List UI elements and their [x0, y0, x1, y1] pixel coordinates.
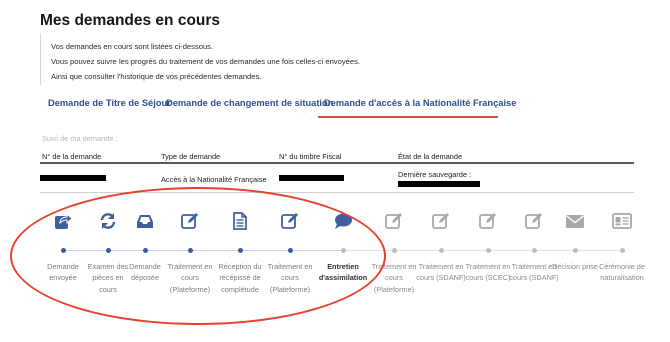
edit-icon	[416, 210, 466, 232]
step-dot	[287, 248, 293, 253]
edit-icon	[165, 210, 215, 232]
step-dot	[105, 248, 111, 253]
progress-step: Réception du récépissé de complétude	[215, 210, 265, 295]
redacted-fiscal-stamp	[279, 175, 344, 181]
step-dot	[391, 248, 397, 253]
column-header-type: Type de demande	[161, 152, 221, 161]
page-title: Mes demandes en cours	[40, 12, 221, 29]
step-dot	[60, 248, 66, 253]
step-label: Traitement en cours (Plateforme)	[267, 262, 313, 294]
intro-line: Vos demandes en cours sont listées ci-de…	[51, 42, 214, 51]
progress-step: Demande déposée	[120, 210, 170, 284]
intro-block: Vos demandes en cours sont listées ci-de…	[40, 33, 640, 85]
step-label: Réception du récépissé de complétude	[218, 262, 262, 294]
step-label: Demande déposée	[129, 262, 161, 283]
column-header-etat: État de la demande	[398, 152, 463, 161]
id-card-icon	[597, 210, 647, 232]
progress-step: Demande envoyée	[38, 210, 88, 284]
step-label: Cérémonie de naturalisation	[599, 262, 645, 283]
progress-step: Traitement en cours (Plateforme)	[369, 210, 419, 295]
edit-icon	[265, 210, 315, 232]
table-header-divider	[40, 162, 634, 164]
step-label: Traitement en cours (Plateforme)	[167, 262, 213, 294]
redacted-last-save-date	[398, 181, 480, 187]
step-label: Demande envoyée	[47, 262, 79, 283]
progress-step: Traitement en cours (SCEC)	[463, 210, 513, 284]
inbox-icon	[120, 210, 170, 232]
request-type-value: Accès à la Nationalité Française	[161, 175, 267, 184]
step-dot	[187, 248, 193, 253]
chat-bubble-icon	[318, 210, 368, 232]
section-label: Suivi de ma demande :	[42, 134, 118, 143]
state-label: Dernière sauvegarde :	[398, 170, 472, 179]
step-label: Traitement en cours (SDANF)	[416, 262, 466, 283]
redacted-request-number	[40, 175, 106, 181]
step-label: Traitement en cours (Plateforme)	[371, 262, 417, 294]
step-dot	[438, 248, 444, 253]
active-tab-indicator	[318, 116, 498, 118]
intro-line: Ainsi que consulter l'historique de vos …	[51, 72, 262, 81]
progress-step: Traitement en cours (SDANF)	[416, 210, 466, 284]
table-row-divider	[40, 192, 634, 193]
step-label: Traitement en cours (SCEC)	[465, 262, 511, 283]
envelope-icon	[550, 210, 600, 232]
step-dot	[619, 248, 625, 253]
step-dot	[485, 248, 491, 253]
progress-step: Traitement en cours (Plateforme)	[265, 210, 315, 295]
intro-line: Vous pouvez suivre les progrès du traite…	[51, 57, 360, 66]
step-dot	[340, 248, 346, 253]
step-label: Entretien d'assimilation	[318, 262, 368, 283]
document-icon	[215, 210, 265, 232]
progress-step: Entretien d'assimilation	[318, 210, 368, 284]
tab-nationalite-francaise[interactable]: Demande d'accès à la Nationalité Françai…	[324, 98, 516, 108]
edit-icon	[369, 210, 419, 232]
step-dot	[142, 248, 148, 253]
tab-changement-de-situation[interactable]: Demande de changement de situation	[166, 98, 333, 108]
progress-step: Traitement en cours (Plateforme)	[165, 210, 215, 295]
tab-titre-de-sejour[interactable]: Demande de Titre de Séjour	[48, 98, 171, 108]
step-label: Décision prise	[552, 262, 598, 271]
step-dot	[531, 248, 537, 253]
column-header-numero: N° de la demande	[42, 152, 102, 161]
column-header-timbre: N° du timbre Fiscal	[279, 152, 342, 161]
share-arrow-icon	[38, 210, 88, 232]
progress-step: Cérémonie de naturalisation	[597, 210, 647, 284]
step-dot	[237, 248, 243, 253]
step-dot	[572, 248, 578, 253]
progress-step: Décision prise	[550, 210, 600, 272]
edit-icon	[463, 210, 513, 232]
